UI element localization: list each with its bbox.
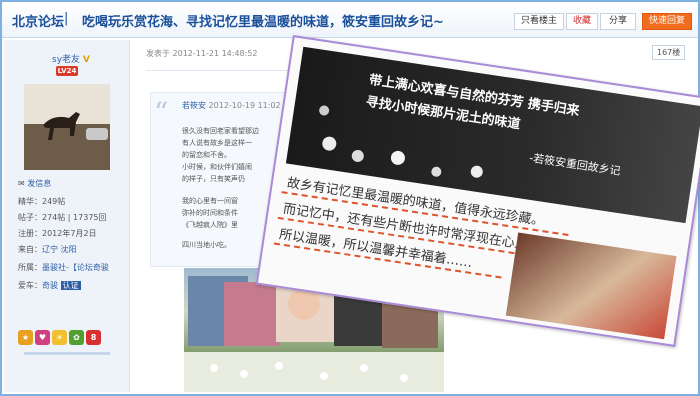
user-panel-divider bbox=[24, 352, 110, 355]
car: 爱车：奇骏 认证 bbox=[18, 280, 81, 291]
quote-line: 《飞越疯人院》里 bbox=[182, 221, 238, 229]
quote-line: 的样子，只有笑声仍 bbox=[182, 175, 245, 183]
quote-mark-icon: “ bbox=[154, 96, 169, 129]
share-button[interactable]: 分享 bbox=[600, 13, 636, 30]
quote-line: 我的心里有一间窗 bbox=[182, 197, 238, 205]
medal-icon[interactable]: 8 bbox=[86, 330, 101, 345]
location-link[interactable]: 辽宁 沈阳 bbox=[42, 245, 77, 254]
header-separator: | bbox=[64, 11, 69, 26]
quote-line: 弥补的时间和条件 bbox=[182, 209, 238, 217]
favorite-button[interactable]: 收藏 bbox=[566, 13, 598, 30]
club: 所属：墨骏社-【论坛奇骏 bbox=[18, 262, 109, 273]
forum-name-link[interactable]: 北京论坛 bbox=[12, 11, 64, 30]
quote-line: 的留恋和不舍。 bbox=[182, 151, 231, 159]
club-label: 所属： bbox=[18, 263, 42, 272]
overlay-food-photo bbox=[505, 232, 677, 340]
thread-header: 北京论坛 | 吃喝玩乐赏花海、寻找记忆里最温暖的味道，筱安重回故乡记~ 只看楼主… bbox=[2, 2, 698, 38]
register-date: 注册：2012年7月2日 bbox=[18, 229, 97, 238]
car-link[interactable]: 奇骏 bbox=[42, 281, 58, 290]
quote-date: 2012-10-19 11:02 bbox=[208, 101, 281, 110]
quote-line: 小时候，和伙伴们嬉闹 bbox=[182, 163, 252, 171]
username-link[interactable]: sy老友 V bbox=[52, 52, 90, 65]
location: 来自：辽宁 沈阳 bbox=[18, 244, 77, 255]
thread-title: 吃喝玩乐赏花海、寻找记忆里最温暖的味道，筱安重回故乡记~ bbox=[82, 15, 444, 30]
club-link[interactable]: 墨骏社-【论坛奇骏 bbox=[42, 263, 109, 272]
medal-icon[interactable]: ★ bbox=[18, 330, 33, 345]
user-panel: sy老友 V LV24 ✉ 发信息 精华：249帖 帖子：274帖 | 1737… bbox=[4, 40, 130, 392]
quote-line: 有人说有故乡是这样一 bbox=[182, 139, 252, 147]
quick-reply-button[interactable]: 快速回复 bbox=[642, 13, 692, 30]
quote-line: 很久没有回老家看望那边 bbox=[182, 127, 259, 135]
level-badge: LV24 bbox=[56, 66, 78, 76]
certified-badge: 认证 bbox=[60, 281, 81, 290]
car-label: 爱车： bbox=[18, 281, 42, 290]
medal-icon[interactable]: ♥ bbox=[35, 330, 50, 345]
verified-v-icon: V bbox=[82, 55, 90, 65]
send-message-link[interactable]: ✉ 发信息 bbox=[18, 178, 51, 189]
avatar[interactable] bbox=[24, 84, 110, 170]
avatar-horse-image bbox=[24, 84, 110, 170]
send-message-label: 发信息 bbox=[27, 179, 52, 188]
post-timestamp: 发表于 2012-11-21 14:48:52 bbox=[146, 49, 258, 58]
only-op-button[interactable]: 只看楼主 bbox=[514, 13, 564, 30]
medal-icon[interactable]: ✿ bbox=[69, 330, 84, 345]
essence-count: 精华：249帖 bbox=[18, 197, 66, 206]
username-text: sy老友 bbox=[52, 55, 81, 65]
floor-number[interactable]: 167楼 bbox=[652, 45, 686, 60]
location-label: 来自： bbox=[18, 245, 42, 254]
quote-author: 若筱安 2012-10-19 11:02 bbox=[182, 100, 281, 111]
quote-author-name[interactable]: 若筱安 bbox=[182, 101, 206, 110]
quote-line: 四川当地小吃。 bbox=[182, 241, 231, 249]
medal-icon[interactable]: ☀ bbox=[52, 330, 67, 345]
post-count: 帖子：274帖 | 17375回 bbox=[18, 213, 107, 222]
mail-icon: ✉ bbox=[18, 179, 25, 188]
